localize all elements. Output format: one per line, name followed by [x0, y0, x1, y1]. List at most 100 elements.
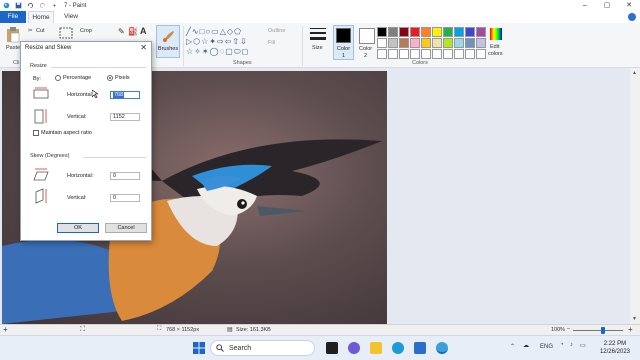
pencil-icon[interactable]: ✎ [118, 27, 125, 36]
edit-colors-line1[interactable]: Edit [490, 44, 499, 50]
fill-button[interactable]: Fill [268, 40, 275, 46]
fill-icon[interactable]: ⛽ [128, 27, 138, 36]
windows-start-icon[interactable] [193, 342, 205, 354]
percentage-radio[interactable]: Percentage [55, 75, 91, 81]
brushes-button[interactable]: Brushes [156, 25, 180, 58]
palette-swatch[interactable] [465, 27, 475, 37]
file-explorer-icon[interactable] [370, 342, 382, 354]
clock[interactable]: 2:22 PM 12/26/2023 [600, 340, 630, 356]
help-icon[interactable] [628, 13, 636, 21]
color1-button[interactable]: Color 1 [333, 25, 354, 60]
language-indicator[interactable]: ENG [540, 344, 553, 350]
palette-swatch[interactable] [399, 49, 409, 59]
palette-swatch[interactable] [421, 38, 431, 48]
color2-number[interactable]: 2 [364, 53, 367, 59]
pixels-radio[interactable]: Pixels [107, 75, 130, 81]
close-button[interactable]: ✕ [618, 0, 640, 11]
maximize-button[interactable]: ▢ [596, 0, 618, 11]
skew-vertical-input[interactable]: 0 [110, 194, 140, 202]
palette-swatch[interactable] [410, 38, 420, 48]
palette-swatch[interactable] [399, 38, 409, 48]
zoom-slider-track[interactable] [573, 330, 623, 331]
chat-icon[interactable] [348, 342, 360, 354]
tray-cloud-icon[interactable]: ☁ [523, 342, 529, 349]
color2-swatch[interactable] [359, 28, 375, 44]
palette-swatch[interactable] [432, 38, 442, 48]
skew-horizontal-input[interactable]: 0 [110, 172, 140, 180]
paste-button[interactable]: Paste [6, 45, 20, 51]
wifi-icon[interactable]: ◔ [560, 342, 564, 348]
palette-swatch[interactable] [443, 27, 453, 37]
brush-icon [163, 31, 174, 42]
customize-toolbar-icon[interactable] [51, 2, 58, 9]
palette-swatch[interactable] [476, 38, 486, 48]
select-icon[interactable] [59, 27, 73, 39]
vertical-scrollbar[interactable]: ▲ ▼ [630, 68, 640, 324]
size-icon[interactable] [309, 26, 327, 42]
zoom-in-icon[interactable]: + [628, 325, 633, 334]
palette-swatch[interactable] [388, 27, 398, 37]
palette-swatch[interactable] [421, 27, 431, 37]
tab-home[interactable]: Home [28, 11, 54, 23]
minimize-button[interactable]: – [574, 0, 596, 11]
palette-swatch[interactable] [388, 49, 398, 59]
scroll-up-icon[interactable]: ▲ [632, 70, 637, 76]
palette-swatch[interactable] [377, 38, 387, 48]
cut-button[interactable]: Cut [36, 28, 45, 34]
palette-swatch[interactable] [454, 38, 464, 48]
color2-label[interactable]: Color [359, 46, 372, 52]
palette-swatch[interactable] [421, 49, 431, 59]
cancel-button[interactable]: Cancel [105, 223, 147, 233]
battery-icon[interactable]: ▭ [580, 342, 586, 349]
crop-button[interactable]: Crop [80, 28, 92, 34]
tab-file[interactable]: File [0, 11, 26, 23]
zoom-out-icon[interactable]: – [567, 326, 570, 332]
shapes-gallery[interactable]: ╱∿□○▭△◇⬠ ▷⬡☆✦⇨⇦⇧⇩ ☆✧✶◯◌▢⬭◻ [186, 27, 258, 57]
ok-button[interactable]: OK [57, 223, 99, 233]
palette-swatch[interactable] [465, 38, 475, 48]
palette-swatch[interactable] [465, 49, 475, 59]
mouse-cursor-icon [92, 90, 98, 98]
store-icon[interactable] [414, 342, 426, 354]
paint-taskbar-icon[interactable] [436, 342, 448, 354]
cut-icon[interactable]: ✂ [28, 28, 33, 34]
paste-icon[interactable] [6, 27, 20, 43]
outline-button[interactable]: Outline [268, 28, 285, 34]
dialog-close-icon[interactable]: ✕ [140, 43, 147, 52]
color-palette[interactable] [377, 27, 486, 59]
vertical-input[interactable]: 1152 [110, 113, 140, 121]
size-label[interactable]: Size [312, 45, 323, 51]
palette-swatch[interactable] [443, 38, 453, 48]
palette-swatch[interactable] [454, 27, 464, 37]
text-icon[interactable]: A [140, 26, 147, 36]
save-icon[interactable] [15, 2, 22, 9]
maintain-aspect-checkbox[interactable]: Maintain aspect ratio [33, 130, 92, 136]
palette-swatch[interactable] [399, 27, 409, 37]
tab-view[interactable]: View [58, 11, 84, 23]
scroll-down-icon[interactable]: ▼ [632, 316, 637, 322]
palette-swatch[interactable] [410, 27, 420, 37]
palette-swatch[interactable] [454, 49, 464, 59]
palette-swatch[interactable] [443, 49, 453, 59]
volume-icon[interactable]: ♪ [570, 342, 573, 348]
task-view-icon[interactable] [326, 342, 338, 354]
palette-swatch[interactable] [432, 27, 442, 37]
taskbar-search[interactable]: Search [210, 340, 315, 356]
palette-swatch[interactable] [377, 27, 387, 37]
palette-swatch[interactable] [377, 49, 387, 59]
palette-swatch[interactable] [388, 38, 398, 48]
undo-icon[interactable] [27, 2, 34, 9]
edit-colors-icon[interactable] [489, 27, 503, 41]
zoom-slider-thumb[interactable] [601, 327, 605, 334]
dialog-title: Resize and Skew [25, 45, 72, 51]
palette-swatch[interactable] [410, 49, 420, 59]
redo-icon[interactable] [39, 2, 46, 9]
edit-colors-line2[interactable]: colors [488, 51, 503, 57]
horizontal-input[interactable]: 768 [110, 91, 140, 99]
image-dimensions: 768 × 1152px [166, 327, 200, 333]
palette-swatch[interactable] [476, 49, 486, 59]
palette-swatch[interactable] [476, 27, 486, 37]
edge-icon[interactable] [392, 342, 404, 354]
palette-swatch[interactable] [432, 49, 442, 59]
tray-chevron-icon[interactable]: ⌃ [510, 343, 515, 350]
